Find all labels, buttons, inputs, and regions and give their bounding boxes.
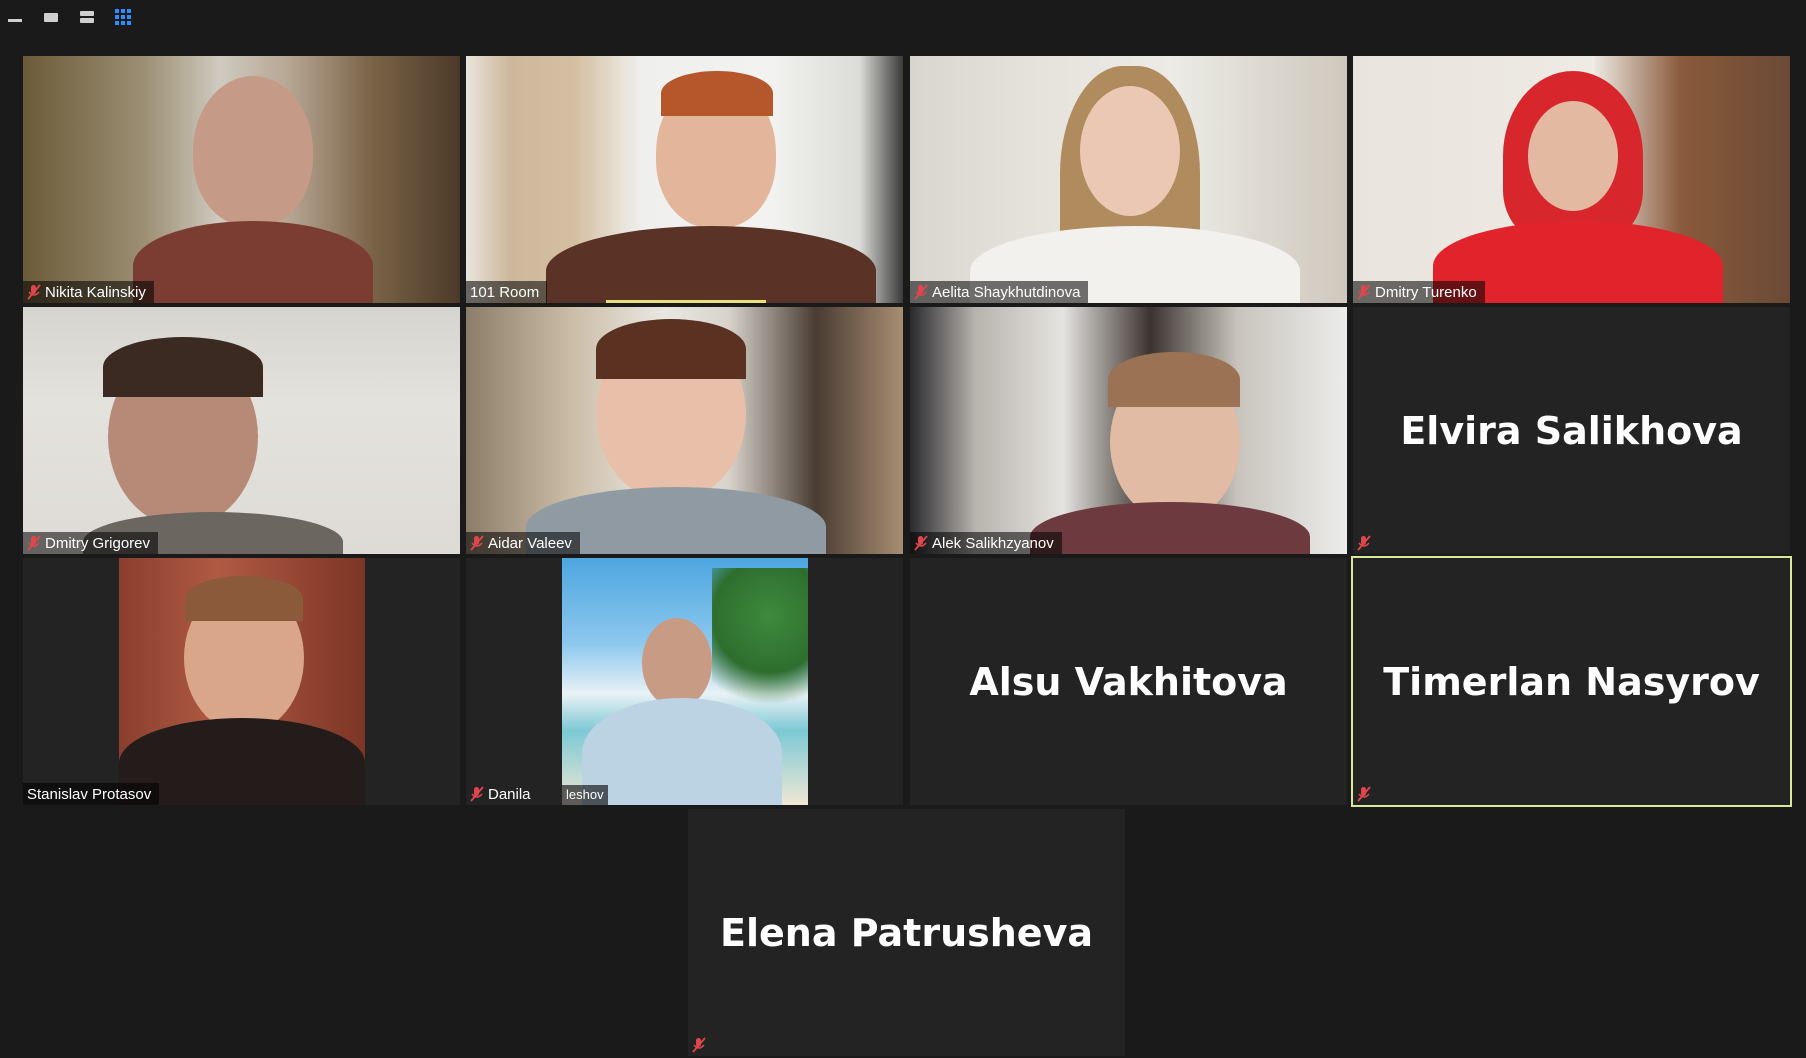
- participant-name: Alek Salikhzyanov: [932, 534, 1054, 552]
- video-feed: [910, 56, 1347, 303]
- participant-name: Nikita Kalinskiy: [45, 283, 146, 301]
- participant-name-display: Timerlan Nasyrov: [1383, 659, 1760, 704]
- participant-tile[interactable]: Elvira Salikhova: [1353, 307, 1790, 554]
- mic-muted-icon: [1357, 284, 1371, 300]
- participant-name-label: [688, 1034, 714, 1056]
- participant-tile[interactable]: Alsu Vakhitova: [910, 558, 1347, 805]
- mic-muted-icon: [1357, 535, 1371, 551]
- mic-muted-icon: [470, 535, 484, 551]
- participant-name-label: Danila: [466, 783, 539, 805]
- participant-name-label: Dmitry Grigorev: [23, 532, 159, 554]
- view-toolbar: [0, 0, 134, 34]
- strip-view-button[interactable]: [76, 6, 98, 28]
- participant-name-label: [1353, 783, 1379, 805]
- participant-name-label: Stanislav Protasov: [23, 783, 160, 805]
- participant-tile[interactable]: Alek Salikhzyanov: [910, 307, 1347, 554]
- participant-name-label: 101 Room: [466, 281, 548, 303]
- mic-muted-icon: [1357, 786, 1371, 802]
- video-feed: [910, 307, 1347, 554]
- participant-tile[interactable]: leshov Danila: [466, 558, 903, 805]
- small-view-icon: [44, 13, 58, 22]
- minimize-view-button[interactable]: [4, 6, 26, 28]
- participant-tile-active[interactable]: Timerlan Nasyrov: [1351, 556, 1792, 807]
- participant-name-display: Elvira Salikhova: [1400, 408, 1743, 453]
- video-feed: [23, 56, 460, 303]
- participant-tile[interactable]: Nikita Kalinskiy: [23, 56, 460, 303]
- participant-tile[interactable]: Dmitry Turenko: [1353, 56, 1790, 303]
- video-feed: [562, 558, 808, 805]
- participant-name-label: Alek Salikhzyanov: [910, 532, 1062, 554]
- small-view-button[interactable]: [40, 6, 62, 28]
- video-feed: [1353, 56, 1790, 303]
- video-feed: [23, 307, 460, 554]
- participant-tile[interactable]: 101 Room: [466, 56, 903, 303]
- participant-name: Danila: [488, 785, 531, 803]
- participant-tile[interactable]: Stanislav Protasov: [23, 558, 460, 805]
- video-feed: [466, 56, 903, 303]
- participant-name-display: Elena Patrusheva: [720, 910, 1093, 955]
- participant-tile[interactable]: Elena Patrusheva: [688, 809, 1125, 1056]
- participant-tile[interactable]: Aidar Valeev: [466, 307, 903, 554]
- participant-name: Aelita Shaykhutdinova: [932, 283, 1081, 301]
- participant-name-label: Aelita Shaykhutdinova: [910, 281, 1089, 303]
- video-feed: [119, 558, 365, 805]
- participant-name: 101 Room: [470, 283, 540, 301]
- participant-name-display: Alsu Vakhitova: [969, 659, 1288, 704]
- participant-name: Dmitry Turenko: [1375, 283, 1477, 301]
- participant-name: Aidar Valeev: [488, 534, 572, 552]
- participant-name-label: [1353, 532, 1379, 554]
- speaking-indicator: [606, 300, 766, 303]
- video-feed: [466, 307, 903, 554]
- gallery-view-icon: [115, 9, 131, 25]
- gallery-view-button[interactable]: [112, 6, 134, 28]
- participant-name-label: Nikita Kalinskiy: [23, 281, 154, 303]
- mic-muted-icon: [914, 535, 928, 551]
- mic-muted-icon: [914, 284, 928, 300]
- participant-name-label: Dmitry Turenko: [1353, 281, 1485, 303]
- video-overlay-text: leshov: [562, 785, 608, 805]
- participant-tile[interactable]: Aelita Shaykhutdinova: [910, 56, 1347, 303]
- strip-view-icon: [80, 11, 94, 23]
- participant-name-label: Aidar Valeev: [466, 532, 580, 554]
- minimize-view-icon: [8, 19, 22, 22]
- mic-muted-icon: [692, 1037, 706, 1053]
- mic-muted-icon: [470, 786, 484, 802]
- mic-muted-icon: [27, 284, 41, 300]
- participant-name: Dmitry Grigorev: [45, 534, 151, 552]
- mic-muted-icon: [27, 535, 41, 551]
- participant-name: Stanislav Protasov: [27, 785, 152, 803]
- participant-tile[interactable]: Dmitry Grigorev: [23, 307, 460, 554]
